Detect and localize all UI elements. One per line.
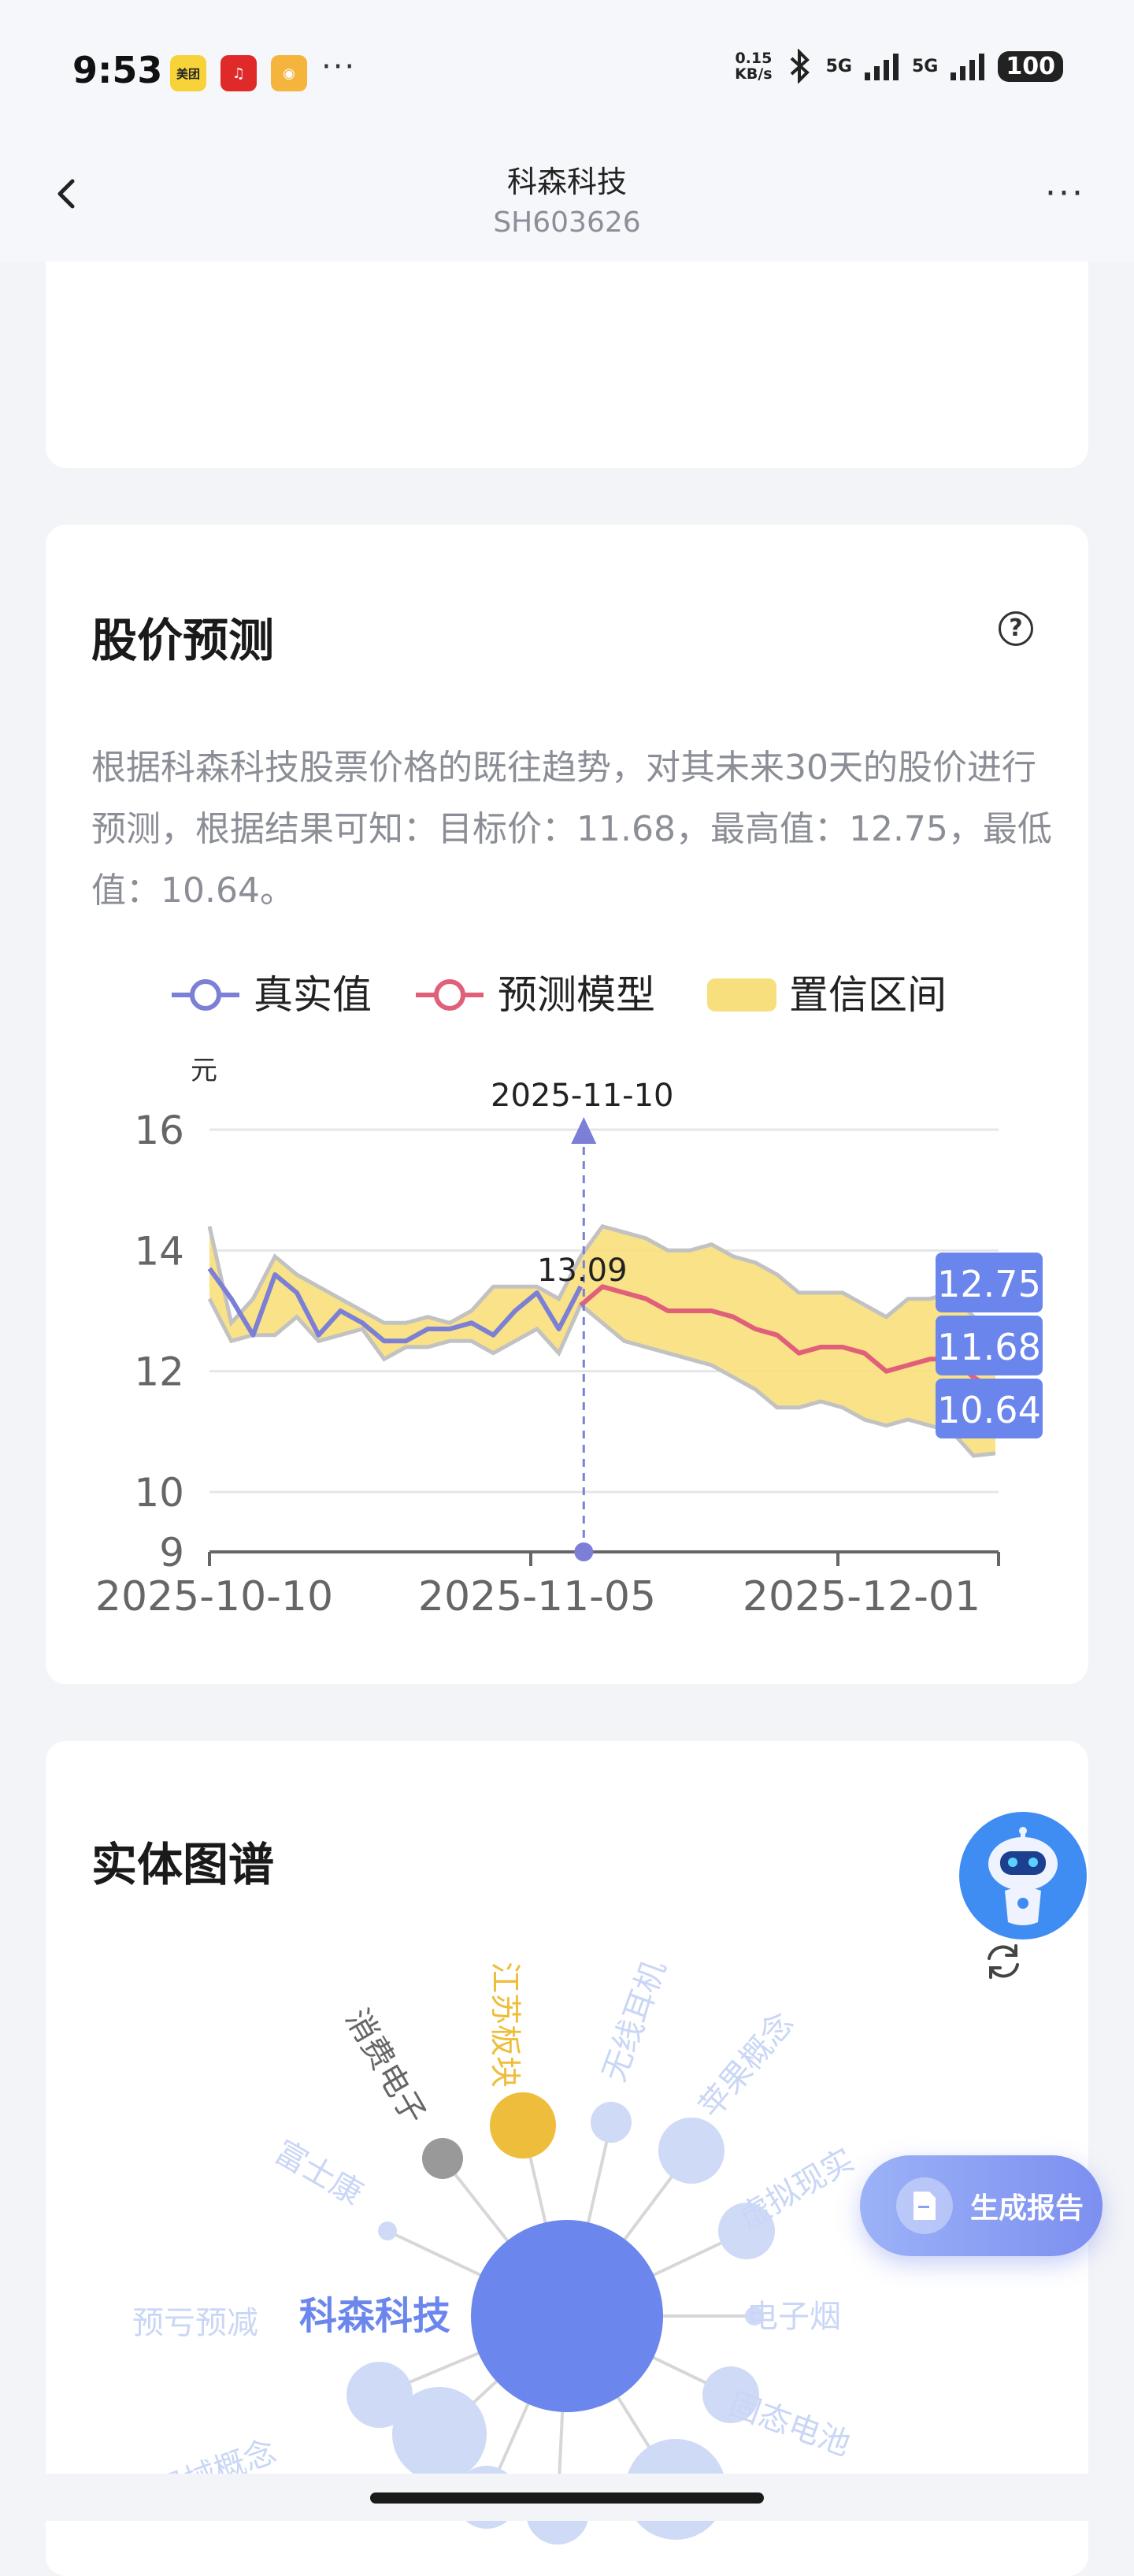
y-tick-label-9: 9	[159, 1530, 184, 1576]
graph-node-label-6: 预亏预减	[132, 2305, 258, 2341]
weibo-icon: ◉	[271, 55, 307, 91]
sim1-label: 5G	[825, 56, 852, 76]
page-title: 科森科技	[506, 165, 627, 199]
refresh-icon[interactable]	[980, 1938, 1027, 1985]
end-label-0: 12.75	[937, 1263, 1041, 1305]
signal-icon-2	[951, 54, 985, 80]
legend-label-1: 预测模型	[498, 972, 655, 1018]
legend-marker-1	[434, 979, 465, 1011]
netease-music-icon: ♫	[220, 55, 257, 91]
y-tick-label-14: 14	[134, 1228, 184, 1274]
price-prediction-chart: 真实值 预测模型 置信区间元 9 10 12 14 16 2025-10-10 2025-11-0…	[95, 972, 1043, 1620]
bluetooth-icon	[790, 49, 810, 84]
graph-node-4	[378, 2222, 397, 2240]
signal-icon	[865, 54, 899, 80]
graph-center-label: 科森科技	[299, 2294, 450, 2338]
graph-node-label-2: 无线耳机	[596, 1956, 673, 2087]
previous-card	[46, 262, 1088, 468]
marker-date-label: 2025-11-10	[491, 1078, 673, 1114]
graph-node-label-9: 固态电池	[724, 2386, 854, 2463]
status-bar: 9:53 美团 ♫ ◉ ··· 0.15 KB/s 5G 5G 100	[0, 0, 1134, 134]
robot-icon	[962, 1814, 1084, 1937]
document-icon	[896, 2177, 953, 2234]
end-label-1: 11.68	[937, 1326, 1041, 1368]
graph-node-3	[658, 2118, 724, 2184]
marker-value-label: 13.09	[537, 1253, 628, 1289]
legend-label-0: 真实值	[254, 972, 372, 1018]
x-tick-label-2: 2025-12-01	[743, 1573, 980, 1620]
end-label-2: 10.64	[937, 1389, 1041, 1431]
meituan-icon: 美团	[170, 55, 206, 91]
graph-node-label-4: 富士康	[269, 2134, 369, 2213]
y-tick-label-12: 12	[134, 1349, 184, 1395]
legend-swatch-2	[707, 978, 776, 1011]
graph-node-label-1: 消费电子	[338, 2003, 432, 2131]
nav-bar: 科森科技 SH603626 ···	[0, 134, 1134, 262]
graph-node-8	[346, 2362, 413, 2428]
generate-report-label: 生成报告	[970, 2192, 1084, 2225]
graph-center-node	[471, 2220, 663, 2412]
sim2-label: 5G	[912, 56, 939, 76]
status-time: 9:53	[72, 49, 163, 91]
y-axis-unit: 元	[191, 1055, 217, 1086]
graph-node-label-7: 电子烟	[747, 2299, 841, 2335]
generate-report-button[interactable]: 生成报告	[860, 2155, 1102, 2256]
graph-node-label-0: 江苏板块	[487, 1962, 523, 2088]
x-tick-label-1: 2025-11-05	[418, 1573, 656, 1620]
prediction-card: 股价预测 ? 根据科森科技股票价格的既往趋势，对其未来30天的股价进行预测，根据…	[46, 525, 1088, 1684]
graph-node-1	[422, 2138, 463, 2179]
x-tick-label-0: 2025-10-10	[95, 1573, 333, 1620]
status-more-icon: ···	[321, 49, 357, 85]
legend-marker-0	[190, 979, 221, 1011]
battery-icon: 100	[998, 50, 1063, 82]
chart-legend: 真实值 预测模型 置信区间	[172, 972, 947, 1018]
graph-node-label-3: 苹果概念	[692, 2006, 801, 2125]
graph-node-0	[490, 2092, 556, 2158]
status-indicators: 0.15 KB/s 5G 5G 100	[735, 49, 1063, 84]
marker-dot	[574, 1542, 594, 1561]
stock-code: SH603626	[493, 206, 641, 239]
net-speed: 0.15 KB/s	[735, 50, 773, 83]
home-indicator[interactable]	[370, 2492, 764, 2504]
assistant-avatar[interactable]	[959, 1812, 1087, 1939]
y-tick-label-16: 16	[134, 1108, 184, 1153]
y-tick-label-10: 10	[134, 1470, 184, 1516]
graph-node-2	[591, 2102, 632, 2143]
legend-label-2: 置信区间	[789, 972, 947, 1018]
graph-node-label-5: 虚拟现实	[733, 2142, 861, 2236]
more-options-icon[interactable]: ···	[1045, 173, 1085, 213]
